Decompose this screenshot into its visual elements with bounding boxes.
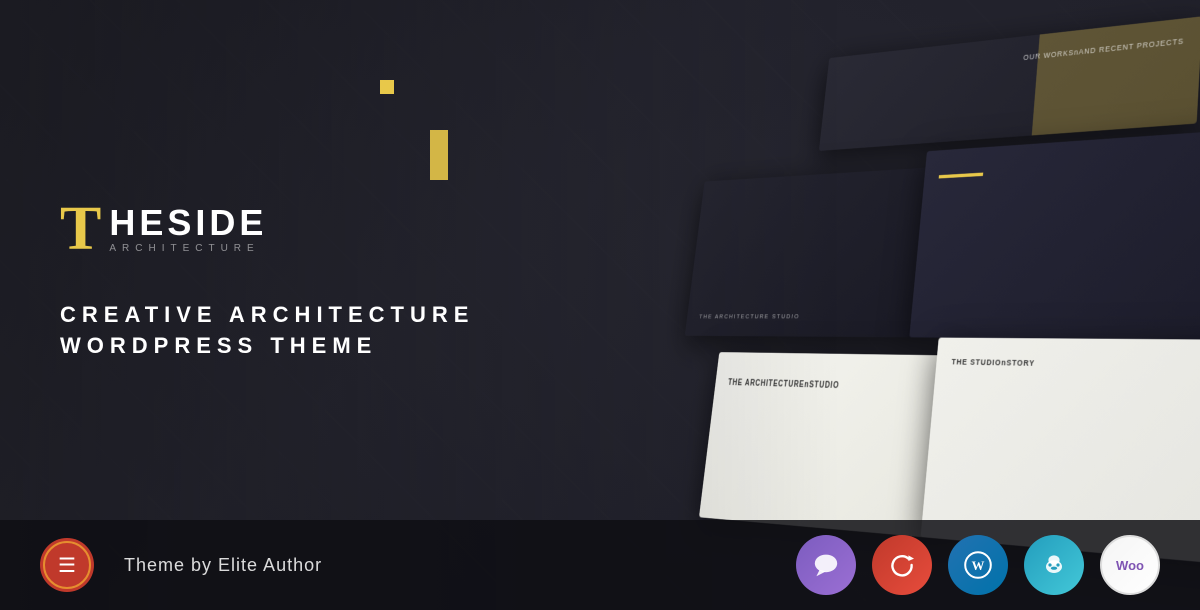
author-text: Theme by Elite Author (124, 555, 322, 576)
screen-lower-left (699, 352, 952, 538)
logo-text-group: HESIDE ARCHITECTURE (109, 205, 267, 254)
screen-middle-right (909, 128, 1200, 340)
logo-tagline: ARCHITECTURE (109, 243, 267, 254)
plugin-refresh-icon[interactable] (872, 535, 932, 595)
plugin-mailchimp-icon[interactable] (1024, 535, 1084, 595)
plugin-woocommerce-icon[interactable]: Woo (1100, 535, 1160, 595)
logo-area: T HESIDE ARCHITECTURE (60, 198, 560, 260)
woo-label: Woo (1116, 558, 1144, 573)
plugin-buddypress-icon[interactable] (796, 535, 856, 595)
screen-studio-label: THE ARCHITECTURE STUDIO (699, 313, 800, 320)
main-container: THE ARCHITECTURE STUDIO T HESIDE ARCHITE… (0, 0, 1200, 610)
logo-letter: T (60, 198, 101, 260)
screens-container: THE ARCHITECTURE STUDIO (651, 0, 1200, 610)
screen-middle-left: THE ARCHITECTURE STUDIO (685, 167, 940, 338)
svg-text:W: W (972, 559, 985, 573)
main-headline: CREATIVE ARCHITECTURE WORDPRESS THEME (60, 300, 560, 362)
plugin-icons: W Woo (796, 535, 1160, 595)
logo-name: HESIDE (109, 205, 267, 241)
left-content: T HESIDE ARCHITECTURE CREATIVE ARCHITECT… (60, 0, 560, 610)
plugin-wordpress-icon[interactable]: W (948, 535, 1008, 595)
bottom-bar: ☰ Theme by Elite Author (0, 520, 1200, 610)
elite-badge-icon: ☰ (58, 553, 76, 578)
elite-badge: ☰ (40, 538, 94, 592)
